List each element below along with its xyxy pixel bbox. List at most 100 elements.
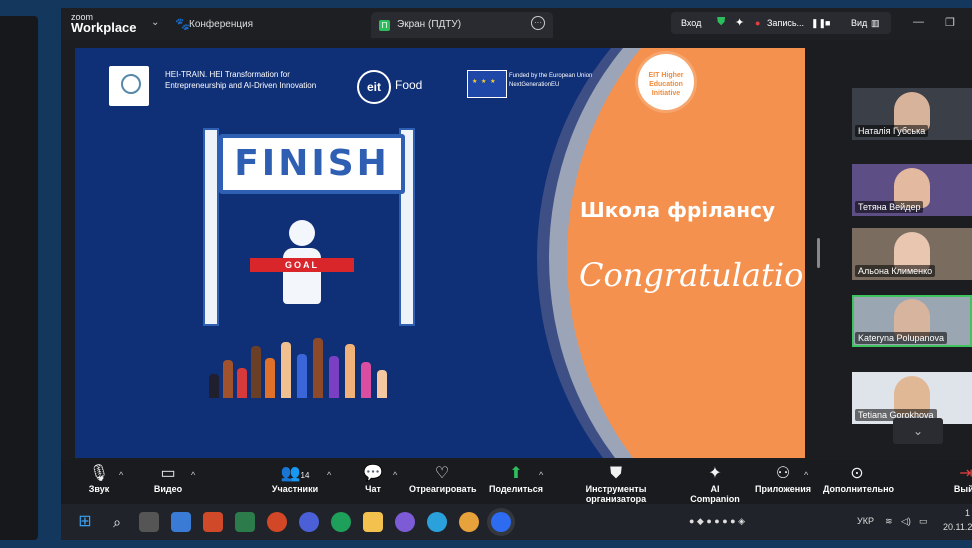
leave-icon: ⇥ [959, 465, 972, 482]
shared-screen-slide: HEI-TRAIN. HEI Transformation for Entrep… [75, 48, 805, 458]
sparkle-icon[interactable]: ✦ [735, 16, 744, 29]
heart-icon: ♡ [434, 465, 450, 482]
windows-start-icon[interactable]: ⊞ [75, 512, 95, 532]
audio-options-caret[interactable]: ^ [119, 470, 123, 480]
windows-taskbar: ⊞ ⌕ ● ◆ ● ● ● ● ◈ УКР ≋ ◁) ▭ 1 20.11.2 [61, 504, 972, 540]
apps-button[interactable]: ⚇ Приложения [755, 464, 811, 494]
share-badge: П [379, 20, 390, 31]
chevron-down-icon[interactable]: ⌄ [151, 17, 159, 28]
recording-label[interactable]: Запись... [767, 18, 804, 28]
camera-icon: ▭ [160, 465, 176, 482]
apps-caret[interactable]: ^ [804, 470, 808, 480]
viber-icon[interactable] [395, 512, 415, 532]
react-label: Отреагировать [409, 484, 477, 494]
sparkle-icon: ✦ [708, 465, 722, 482]
participant-tile[interactable]: Tetiana Gorokhova [852, 372, 972, 424]
audio-button[interactable]: 🎙 Звук [85, 464, 113, 494]
more-button[interactable]: ⊙ Дополнительно [823, 464, 894, 494]
hand-4 [251, 346, 261, 398]
tray-icons[interactable]: ● ◆ ● ● ● ● ◈ [689, 516, 745, 527]
hand-7 [297, 354, 307, 398]
leave-button[interactable]: ⇥ Выйт [951, 464, 972, 494]
share-caret[interactable]: ^ [539, 470, 543, 480]
zoom-app-icon[interactable] [491, 512, 511, 532]
hand-12 [377, 370, 387, 398]
clock-date[interactable]: 20.11.2 [943, 522, 972, 532]
project-line-2: Entrepreneurship and AI-Driven Innovatio… [165, 81, 317, 90]
congratulations-text: Congratulations! [579, 256, 805, 294]
chevron-down-icon: ⌄ [912, 424, 924, 438]
chat-button[interactable]: 💬 Чат [361, 464, 385, 494]
apps-label: Приложения [755, 484, 811, 494]
telegram-icon[interactable] [427, 512, 447, 532]
goal-ribbon: GOAL [250, 258, 354, 272]
zoom-logo[interactable]: zoom Workplace [71, 12, 137, 34]
restore-icon[interactable]: ❐ [945, 16, 955, 29]
chrome-icon[interactable] [459, 512, 479, 532]
powerpoint-icon[interactable] [267, 512, 287, 532]
ai-companion-button[interactable]: ✦ AI Companion [685, 464, 745, 504]
video-button[interactable]: ▭ Видео [151, 464, 185, 494]
participant-tile[interactable]: Тетяна Вейдер [852, 164, 972, 216]
participant-name: Наталія Губська [855, 125, 929, 137]
apps-icon: ⚇ [775, 465, 791, 482]
clock-time[interactable]: 1 [965, 508, 970, 518]
view-grid-icon[interactable]: ▥ [871, 18, 880, 29]
chat-caret[interactable]: ^ [393, 470, 397, 480]
calculator-icon[interactable] [235, 512, 255, 532]
participants-button[interactable]: 👥14 Участники [267, 464, 323, 494]
conference-label[interactable]: Конференция [189, 19, 253, 30]
title-controls: Вход ⛊ ✦ ● Запись... ❚❚ ■ Вид ▥ [671, 12, 891, 34]
participant-tile[interactable]: Наталія Губська [852, 88, 972, 140]
task-view-icon[interactable] [139, 512, 159, 532]
language-indicator[interactable]: УКР [857, 516, 874, 526]
shield-icon[interactable]: ⛊ [717, 16, 725, 29]
splitter-handle[interactable] [817, 238, 820, 268]
minimize-icon[interactable]: — [913, 16, 924, 28]
video-options-caret[interactable]: ^ [191, 470, 195, 480]
react-button[interactable]: ♡ Отреагировать [409, 464, 477, 494]
runner-head [289, 220, 315, 246]
hand-9 [329, 356, 339, 398]
share-screen-icon: ⬆ [509, 465, 523, 482]
messenger-icon[interactable] [299, 512, 319, 532]
wifi-icon[interactable]: ≋ [885, 516, 893, 527]
chat-label: Чат [365, 484, 381, 494]
chat-icon: 💬 [363, 465, 383, 482]
participants-count: 14 [300, 471, 310, 480]
stop-icon[interactable]: ■ [825, 18, 830, 28]
tab-label: Экран (ПДТУ) [397, 19, 462, 30]
signin-button[interactable]: Вход [681, 18, 701, 28]
finish-post-left [203, 128, 219, 326]
tab-screen-share[interactable]: П Экран (ПДТУ) ··· [371, 12, 553, 38]
pause-icon[interactable]: ❚❚ [811, 18, 826, 29]
hand-6 [281, 342, 291, 398]
more-icon[interactable]: ··· [531, 16, 545, 30]
search-icon[interactable]: ⌕ [107, 512, 127, 532]
share-button[interactable]: ⬆ Поделиться [489, 464, 543, 494]
video-label: Видео [153, 484, 183, 494]
people-icon: 👥14 [280, 465, 310, 482]
paint-icon[interactable] [203, 512, 223, 532]
participants-gallery: Наталія Губська Тетяна Вейдер Альона Кли… [852, 88, 972, 448]
participant-tile-active[interactable]: Kateryna Polupanova [852, 295, 972, 347]
tablet-app-icon[interactable] [171, 512, 191, 532]
hand-5 [265, 358, 275, 398]
zoom-window: zoom Workplace ⌄ 🐾 Конференция П Экран (… [61, 8, 972, 540]
eit-hei-badge: EIT Higher Education Initiative [638, 54, 694, 110]
participant-name: Альона Клименко [855, 265, 936, 277]
eu-line-1: Funded by the European Union [509, 73, 593, 79]
hand-10 [345, 344, 355, 398]
host-tools-button[interactable]: ⛊ Инструменты организатора [557, 464, 675, 504]
file-explorer-icon[interactable] [363, 512, 383, 532]
view-button[interactable]: Вид [851, 18, 867, 28]
participants-caret[interactable]: ^ [327, 470, 331, 480]
paw-icon: 🐾 [175, 17, 190, 31]
volume-icon[interactable]: ◁) [901, 516, 911, 527]
project-line-1: HEI-TRAIN. HEI Transformation for [165, 70, 290, 79]
scroll-down-button[interactable]: ⌄ [893, 418, 943, 444]
shield-icon: ⛊ [609, 465, 622, 482]
edge-icon[interactable] [331, 512, 351, 532]
participant-tile[interactable]: Альона Клименко [852, 228, 972, 280]
battery-icon[interactable]: ▭ [919, 516, 928, 527]
